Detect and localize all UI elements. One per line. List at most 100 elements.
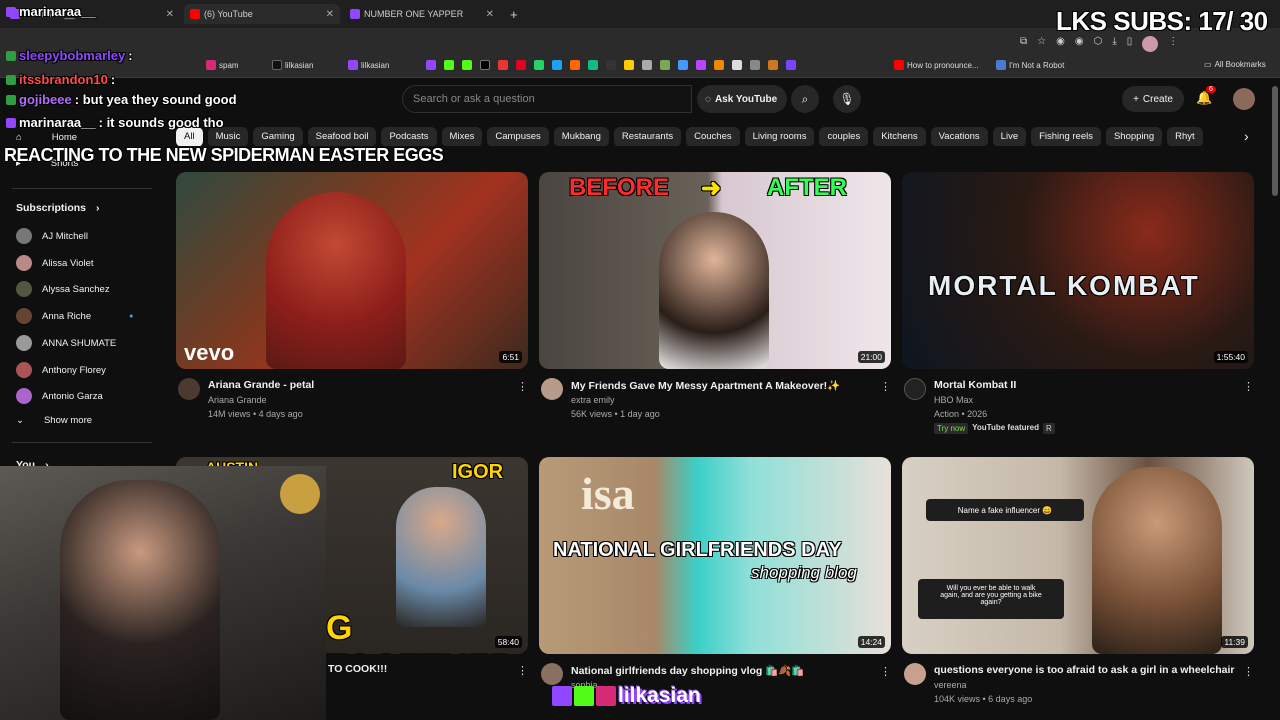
video-thumbnail[interactable]: vevo 6:51 bbox=[176, 172, 528, 369]
account-avatar[interactable] bbox=[1233, 88, 1255, 110]
all-bookmarks-button[interactable]: ▭ All Bookmarks bbox=[1204, 60, 1266, 69]
tab-youtube[interactable]: (6) YouTube ✕ bbox=[184, 4, 340, 24]
channel-name[interactable]: HBO Max bbox=[934, 395, 973, 405]
subscriptions-header[interactable]: Subscriptions › bbox=[16, 202, 100, 214]
video-thumbnail[interactable]: BEFORE ➜ AFTER 21:00 bbox=[539, 172, 891, 369]
close-icon[interactable]: ✕ bbox=[486, 9, 494, 20]
bookmark-spam[interactable]: spam bbox=[206, 60, 239, 70]
channel-name[interactable]: vereena bbox=[934, 680, 967, 690]
chip[interactable]: Live bbox=[992, 127, 1027, 146]
extension-icon[interactable] bbox=[606, 60, 616, 70]
chip[interactable]: Gaming bbox=[253, 127, 303, 146]
chip[interactable]: Living rooms bbox=[744, 127, 815, 146]
chip[interactable]: Shopping bbox=[1105, 127, 1163, 146]
new-tab-button[interactable]: + bbox=[504, 4, 524, 24]
menu-icon[interactable]: ⋮ bbox=[1168, 36, 1178, 52]
channel-avatar[interactable] bbox=[904, 663, 926, 685]
close-icon[interactable]: ✕ bbox=[166, 9, 174, 20]
twitch-icon[interactable] bbox=[426, 60, 436, 70]
notifications-button[interactable]: 🔔 6 bbox=[1196, 86, 1216, 106]
chips-next-arrow[interactable]: › bbox=[1244, 128, 1249, 144]
sidebar-item-home[interactable]: ⌂ Home bbox=[16, 132, 77, 143]
extension-icon[interactable] bbox=[768, 60, 778, 70]
bluesky-icon[interactable] bbox=[552, 60, 562, 70]
channel-avatar[interactable] bbox=[541, 663, 563, 685]
video-title[interactable]: My Friends Gave My Messy Apartment A Mak… bbox=[571, 379, 840, 392]
extension-icon[interactable] bbox=[786, 60, 796, 70]
bookmark-lilkasian[interactable]: lilkasian bbox=[272, 60, 313, 70]
sidebar-item-sub[interactable]: ANNA SHUMATE bbox=[16, 335, 116, 351]
puzzle-icon[interactable]: ⬡ bbox=[1094, 36, 1103, 52]
tab-yapper[interactable]: NUMBER ONE YAPPER ✕ bbox=[344, 4, 500, 24]
channel-name[interactable]: extra emily bbox=[571, 395, 615, 405]
chip[interactable]: Vacations bbox=[930, 127, 988, 146]
create-button[interactable]: + Create bbox=[1122, 86, 1184, 112]
sidebar-item-sub[interactable]: AJ Mitchell bbox=[16, 228, 88, 244]
more-options-icon[interactable]: ⋮ bbox=[1243, 380, 1254, 393]
chip[interactable]: couples bbox=[819, 127, 869, 146]
channel-avatar[interactable] bbox=[178, 378, 200, 400]
extension-icon[interactable]: ◉ bbox=[1056, 36, 1065, 52]
star-icon[interactable]: ☆ bbox=[1037, 36, 1046, 52]
search-input[interactable]: Search or ask a question bbox=[402, 85, 692, 113]
scrollbar-thumb[interactable] bbox=[1272, 86, 1278, 196]
bookmark-robot[interactable]: I'm Not a Robot bbox=[996, 60, 1064, 70]
sidebar-item-sub[interactable]: Antonio Garza bbox=[16, 388, 103, 404]
extension-icon[interactable] bbox=[588, 60, 598, 70]
chip[interactable]: Campuses bbox=[487, 127, 549, 146]
chip[interactable]: Fishing reels bbox=[1031, 127, 1101, 146]
download-icon[interactable]: ⤓ bbox=[1112, 36, 1116, 52]
cast-icon[interactable]: ⧉ bbox=[1020, 36, 1027, 52]
video-title[interactable]: Ariana Grande - petal bbox=[208, 379, 314, 391]
video-title[interactable]: National girlfriends day shopping vlog 🛍… bbox=[571, 664, 805, 677]
chip[interactable]: Restaurants bbox=[613, 127, 682, 146]
chip[interactable]: Seafood boil bbox=[307, 127, 377, 146]
search-button[interactable]: ⌕ bbox=[791, 85, 819, 113]
channel-avatar[interactable] bbox=[904, 378, 926, 400]
video-title[interactable]: questions everyone is too afraid to ask … bbox=[934, 664, 1235, 676]
extension-icon[interactable] bbox=[750, 60, 760, 70]
chip[interactable]: Kitchens bbox=[873, 127, 926, 146]
video-thumbnail[interactable]: Name a fake influencer 😄 Will you ever b… bbox=[902, 457, 1254, 654]
try-now-badge[interactable]: Try now bbox=[934, 423, 969, 434]
video-thumbnail[interactable]: isa NATIONAL GIRLFRIENDS DAY shopping bl… bbox=[539, 457, 891, 654]
chip[interactable]: Couches bbox=[686, 127, 740, 146]
show-more-button[interactable]: ⌄ Show more bbox=[16, 415, 92, 426]
kick-icon[interactable] bbox=[462, 60, 472, 70]
x-icon[interactable] bbox=[480, 60, 490, 70]
sidepanel-icon[interactable]: ▯ bbox=[1127, 36, 1133, 52]
kick-icon[interactable] bbox=[444, 60, 454, 70]
sidebar-item-sub[interactable]: Alissa Violet bbox=[16, 255, 94, 271]
extension-icon[interactable] bbox=[660, 60, 670, 70]
whatsapp-icon[interactable] bbox=[534, 60, 544, 70]
extension-icon[interactable] bbox=[732, 60, 742, 70]
video-title[interactable]: TO COOK!!! bbox=[328, 663, 387, 675]
more-options-icon[interactable]: ⋮ bbox=[880, 665, 891, 678]
yelp-icon[interactable] bbox=[498, 60, 508, 70]
chip[interactable]: Podcasts bbox=[381, 127, 437, 146]
chip[interactable]: Mukbang bbox=[553, 127, 609, 146]
more-options-icon[interactable]: ⋮ bbox=[1243, 665, 1254, 678]
chip[interactable]: Rhyt bbox=[1167, 127, 1203, 146]
channel-avatar[interactable] bbox=[541, 378, 563, 400]
extension-icon[interactable] bbox=[624, 60, 634, 70]
bookmark-pronounce[interactable]: How to pronounce... bbox=[894, 60, 979, 70]
extension-icon[interactable] bbox=[696, 60, 706, 70]
sidebar-item-sub[interactable]: Alyssa Sanchez bbox=[16, 281, 110, 297]
bookmark-lilkasian[interactable]: lilkasian bbox=[348, 60, 389, 70]
close-icon[interactable]: ✕ bbox=[326, 9, 334, 20]
voice-search-button[interactable]: 🎙 bbox=[833, 85, 861, 113]
sidebar-item-sub[interactable]: Anna Riche ● bbox=[16, 308, 133, 324]
extension-icon[interactable] bbox=[678, 60, 688, 70]
video-thumbnail[interactable]: MORTAL KOMBAT 1:55:40 bbox=[902, 172, 1254, 369]
ask-youtube-button[interactable]: ◌ Ask YouTube bbox=[697, 85, 787, 113]
more-options-icon[interactable]: ⋮ bbox=[517, 380, 528, 393]
channel-name[interactable]: Ariana Grande bbox=[208, 395, 267, 405]
more-options-icon[interactable]: ⋮ bbox=[880, 380, 891, 393]
pinterest-icon[interactable] bbox=[516, 60, 526, 70]
video-title[interactable]: Mortal Kombat II bbox=[934, 379, 1016, 391]
sidebar-item-sub[interactable]: Anthony Florey bbox=[16, 362, 106, 378]
extension-icon[interactable]: ◉ bbox=[1075, 36, 1084, 52]
extension-icon[interactable] bbox=[642, 60, 652, 70]
extension-icon[interactable] bbox=[570, 60, 580, 70]
